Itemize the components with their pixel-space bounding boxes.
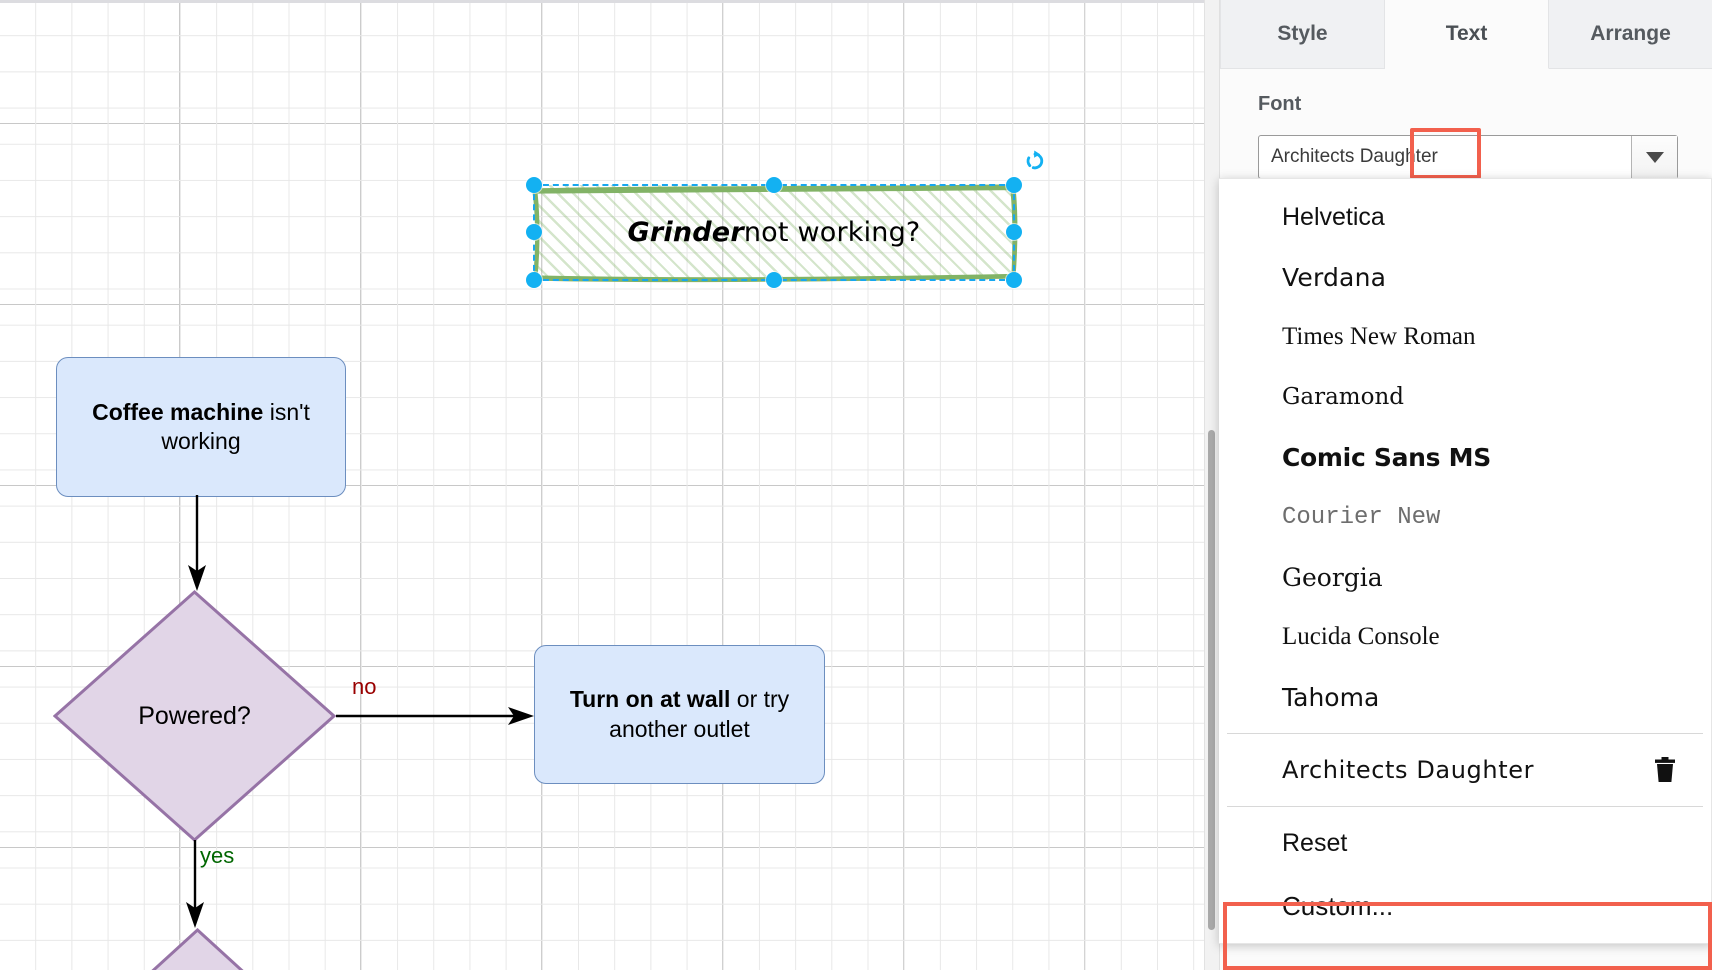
- tab-text[interactable]: Text: [1385, 0, 1549, 69]
- font-dropdown-menu[interactable]: Helvetica Verdana Times New Roman Garamo…: [1219, 178, 1712, 944]
- node-coffee-machine-label: Coffee machine isn't working: [57, 398, 345, 457]
- font-section-label: Font: [1258, 93, 1712, 116]
- font-menu-item-verdana[interactable]: Verdana: [1219, 247, 1711, 307]
- diagram-canvas[interactable]: Coffee machine isn't working Powered? no…: [0, 0, 1219, 970]
- font-menu-item-georgia[interactable]: Georgia: [1219, 547, 1711, 607]
- node-next-decision[interactable]: [110, 928, 285, 970]
- edge-coffee-to-powered: [180, 495, 220, 595]
- font-menu-item-comic-sans-ms[interactable]: Comic Sans MS: [1219, 427, 1711, 487]
- node-turn-on-at-wall[interactable]: Turn on at wall or try another outlet: [534, 645, 825, 784]
- resize-handle-top-right[interactable]: [1006, 177, 1022, 193]
- trash-icon[interactable]: [1653, 757, 1677, 783]
- selected-shape-label-bold: Grinder: [628, 217, 744, 248]
- node-turn-on-at-wall-label: Turn on at wall or try another outlet: [535, 685, 824, 744]
- resize-handle-middle-right[interactable]: [1006, 224, 1022, 240]
- font-menu-item-tahoma[interactable]: Tahoma: [1219, 667, 1711, 727]
- font-menu-item-courier-new[interactable]: Courier New: [1219, 487, 1711, 547]
- selected-shape-label-rest: not working?: [744, 217, 921, 248]
- node-coffee-machine[interactable]: Coffee machine isn't working: [56, 357, 346, 497]
- tab-arrange[interactable]: Arrange: [1549, 0, 1712, 69]
- font-menu-separator-2: [1227, 806, 1703, 807]
- canvas-vertical-scrollbar-thumb[interactable]: [1208, 430, 1215, 930]
- font-menu-item-custom[interactable]: Custom...: [1219, 873, 1711, 939]
- font-menu-item-times-new-roman[interactable]: Times New Roman: [1219, 307, 1711, 367]
- tab-style[interactable]: Style: [1220, 0, 1385, 69]
- selected-shape-label: Grinder not working?: [534, 185, 1014, 280]
- rotate-icon[interactable]: [1024, 150, 1046, 172]
- resize-handle-middle-left[interactable]: [526, 224, 542, 240]
- resize-handle-bottom-right[interactable]: [1006, 272, 1022, 288]
- node-turn-on-at-wall-label-bold: Turn on at wall: [570, 686, 731, 712]
- edge-powered-no: [336, 700, 536, 740]
- selected-shape-grinder[interactable]: Grinder not working?: [534, 185, 1014, 280]
- font-menu-item-architects-daughter-label: Architects Daughter: [1282, 756, 1534, 784]
- font-menu-item-architects-daughter[interactable]: Architects Daughter: [1219, 740, 1711, 800]
- edge-label-yes: yes: [200, 843, 234, 869]
- font-menu-separator-1: [1227, 733, 1703, 734]
- font-section: Font Architects Daughter: [1220, 69, 1712, 116]
- format-panel-tabs: Style Text Arrange: [1220, 0, 1712, 69]
- resize-handle-bottom-center[interactable]: [766, 272, 782, 288]
- font-input-row: Architects Daughter: [1258, 135, 1678, 179]
- font-menu-item-lucida-console[interactable]: Lucida Console: [1219, 607, 1711, 667]
- node-powered-label: Powered?: [53, 590, 336, 842]
- resize-handle-top-left[interactable]: [526, 177, 542, 193]
- font-input[interactable]: Architects Daughter: [1258, 135, 1678, 179]
- resize-handle-bottom-left[interactable]: [526, 272, 542, 288]
- font-menu-item-reset[interactable]: Reset: [1219, 813, 1711, 873]
- font-menu-item-garamond[interactable]: Garamond: [1219, 367, 1711, 427]
- edge-label-no: no: [352, 674, 376, 700]
- node-powered[interactable]: Powered?: [53, 590, 336, 842]
- node-coffee-machine-label-bold: Coffee machine: [92, 399, 263, 425]
- font-menu-item-helvetica[interactable]: Helvetica: [1219, 187, 1711, 247]
- canvas-top-edge: [0, 0, 1219, 3]
- resize-handle-top-center[interactable]: [766, 177, 782, 193]
- font-dropdown-button[interactable]: [1631, 136, 1677, 178]
- chevron-down-icon: [1646, 152, 1664, 163]
